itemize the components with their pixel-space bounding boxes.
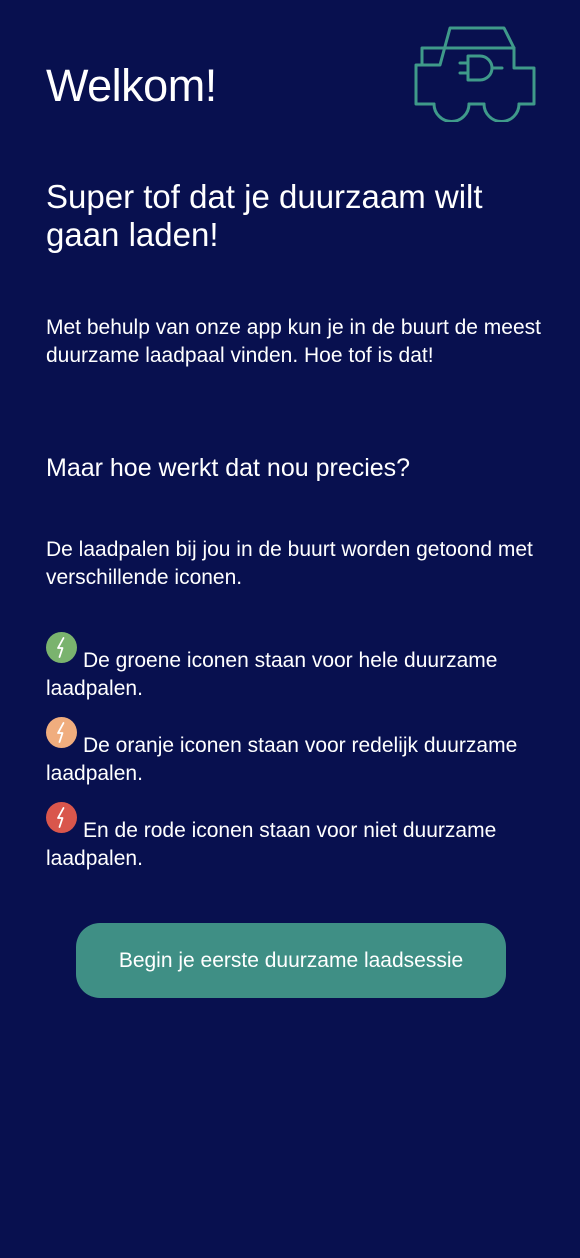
legend-item-orange: De oranje iconen staan voor redelijk duu… bbox=[46, 717, 546, 788]
legend-item-red: En de rode iconen staan voor niet duurza… bbox=[46, 802, 546, 873]
question-heading: Maar hoe werkt dat nou precies? bbox=[46, 454, 411, 482]
lightning-icon bbox=[46, 717, 77, 748]
lightning-icon bbox=[46, 632, 77, 663]
legend-item-green: De groene iconen staan voor hele duurzam… bbox=[46, 632, 546, 703]
sustainability-legend: De groene iconen staan voor hele duurzam… bbox=[46, 632, 546, 895]
lightning-icon bbox=[46, 802, 77, 833]
start-session-button[interactable]: Begin je eerste duurzame laadsessie bbox=[76, 923, 506, 998]
legend-text-orange: De oranje iconen staan voor redelijk duu… bbox=[46, 734, 518, 785]
legend-text-red: En de rode iconen staan voor niet duurza… bbox=[46, 819, 497, 870]
welcome-subtitle: Super tof dat je duurzaam wilt gaan lade… bbox=[46, 178, 483, 253]
page-title: Welkom! bbox=[46, 60, 217, 111]
legend-text-green: De groene iconen staan voor hele duurzam… bbox=[46, 649, 498, 700]
welcome-screen: Welkom! Super tof dat je duurzaam wilt g… bbox=[0, 0, 580, 1258]
electric-car-icon bbox=[414, 26, 536, 122]
explanation-text: De laadpalen bij jou in de buurt worden … bbox=[46, 538, 533, 589]
intro-text: Met behulp van onze app kun je in de buu… bbox=[46, 316, 541, 367]
